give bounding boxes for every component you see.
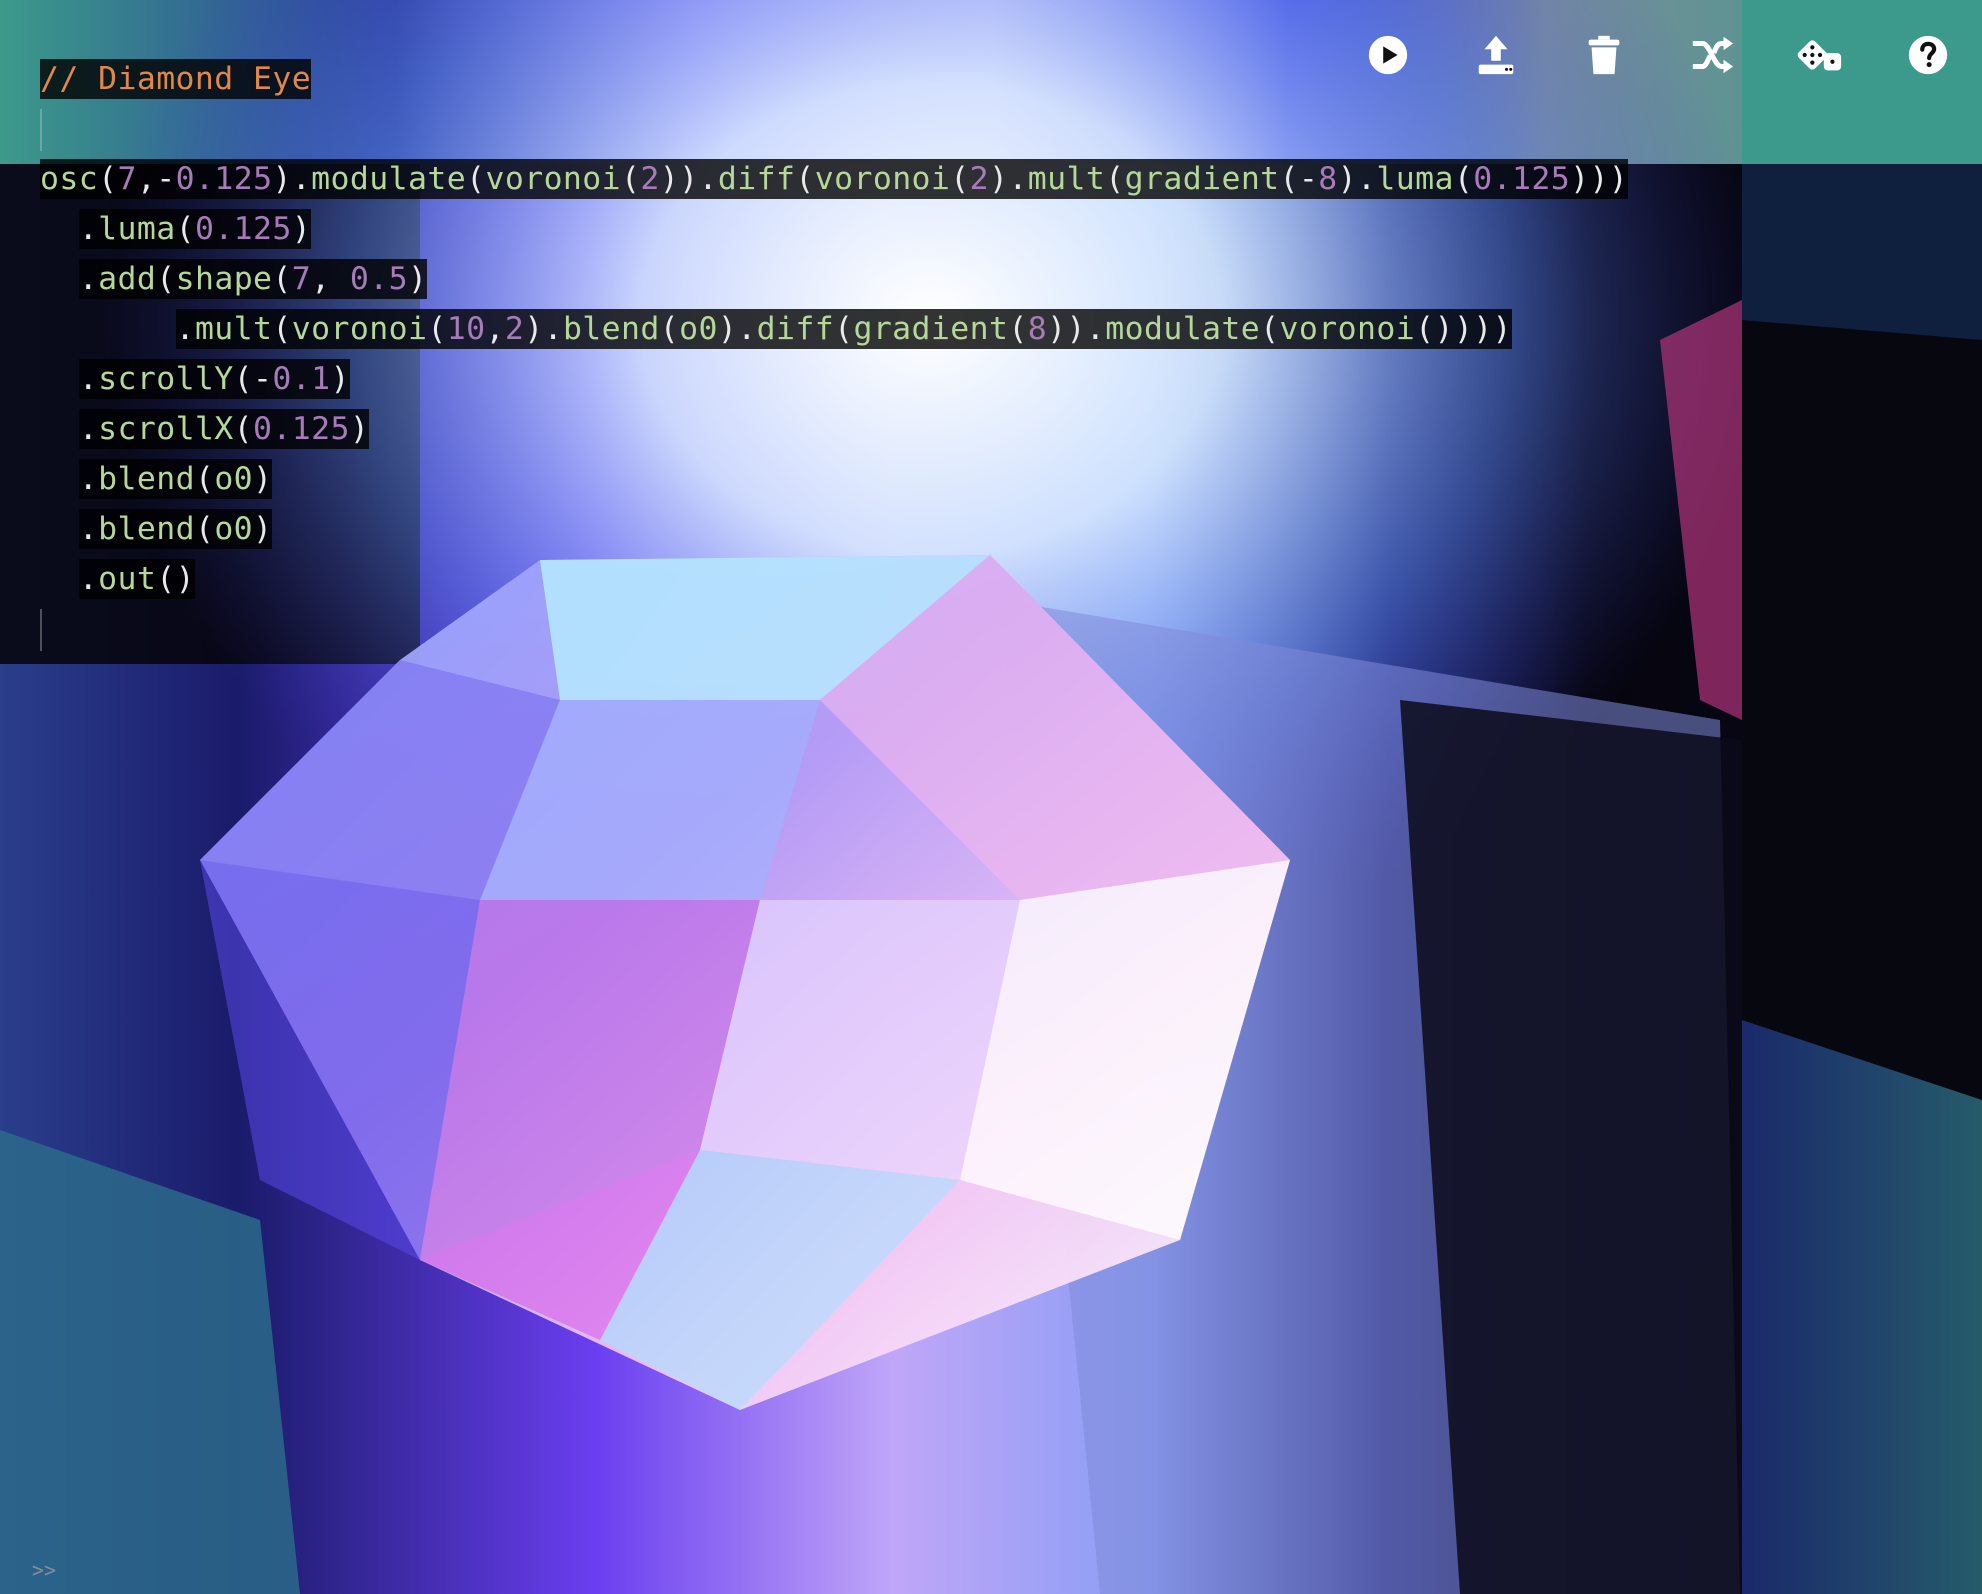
code-line[interactable]: .scrollX(0.125) xyxy=(40,404,1628,454)
text-caret xyxy=(40,109,42,151)
console-prompt[interactable]: >> xyxy=(32,1558,56,1582)
code-line[interactable]: .out() xyxy=(40,554,1628,604)
hydra-stage: // Diamond Eye osc(7,-0.125).modulate(vo… xyxy=(0,0,1982,1594)
code-line[interactable]: .blend(o0) xyxy=(40,454,1628,504)
dice-icon xyxy=(1797,40,1842,71)
code-line[interactable]: .scrollY(-0.1) xyxy=(40,354,1628,404)
help-circle-icon xyxy=(1908,35,1948,75)
code-text: .scrollY(-0.1) xyxy=(78,359,350,399)
code-text: .scrollX(0.125) xyxy=(78,409,370,449)
shuffle-button[interactable] xyxy=(1658,22,1766,88)
code-line[interactable]: osc(7,-0.125).modulate(voronoi(2)).diff(… xyxy=(40,154,1629,204)
code-body[interactable]: osc(7,-0.125).modulate(voronoi(2)).diff(… xyxy=(40,154,1629,604)
code-line-comment[interactable]: // Diamond Eye xyxy=(40,54,1628,104)
code-text: osc(7,-0.125).modulate(voronoi(2)).diff(… xyxy=(40,159,1629,199)
code-text: .out() xyxy=(78,559,195,599)
code-text: .mult(voronoi(10,2).blend(o0).diff(gradi… xyxy=(175,309,1512,349)
title-comment: // Diamond Eye xyxy=(40,59,312,99)
code-text: .blend(o0) xyxy=(78,459,273,499)
code-line[interactable]: .add(shape(7, 0.5) xyxy=(40,254,1628,304)
code-text: .blend(o0) xyxy=(78,509,273,549)
text-caret xyxy=(40,609,42,651)
code-line[interactable]: .mult(voronoi(10,2).blend(o0).diff(gradi… xyxy=(40,304,1628,354)
code-line[interactable]: .luma(0.125) xyxy=(40,204,1628,254)
empty-line[interactable] xyxy=(40,104,1628,154)
help-button[interactable] xyxy=(1874,22,1982,88)
code-line[interactable]: .blend(o0) xyxy=(40,504,1628,554)
empty-line[interactable] xyxy=(40,604,1628,654)
code-text: .luma(0.125) xyxy=(78,209,312,249)
randomize-button[interactable] xyxy=(1766,22,1874,88)
code-text: .add(shape(7, 0.5) xyxy=(78,259,428,299)
code-editor[interactable]: // Diamond Eye osc(7,-0.125).modulate(vo… xyxy=(40,54,1629,654)
shuffle-icon xyxy=(1692,36,1734,74)
